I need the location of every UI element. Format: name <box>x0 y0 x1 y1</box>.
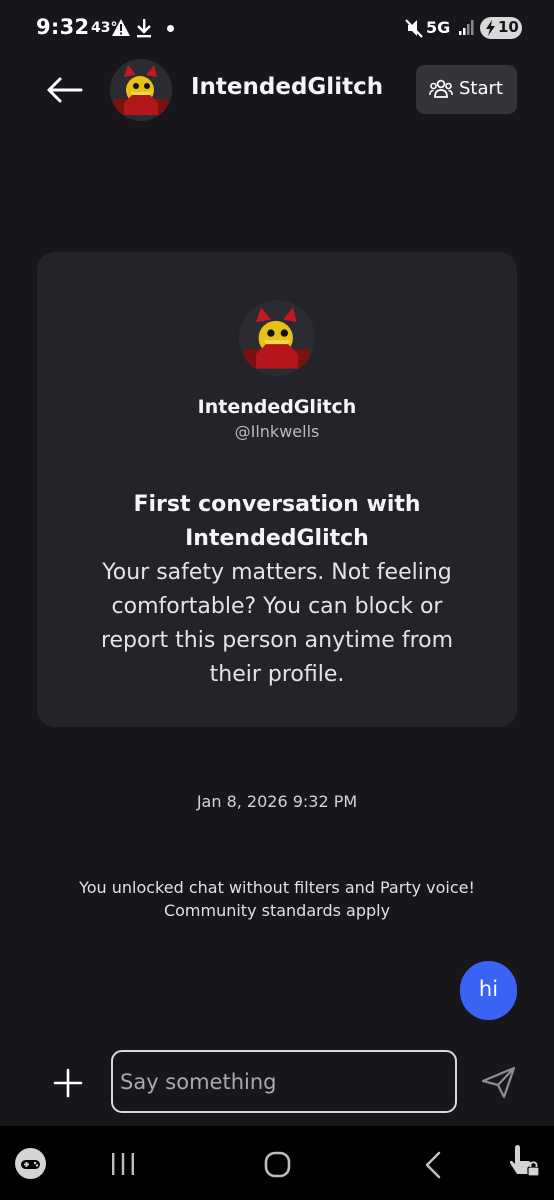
first-conversation-card: IntendedGlitch @Ilnkwells First conversa… <box>37 252 517 727</box>
home-icon[interactable] <box>264 1151 291 1178</box>
start-button-label: Start <box>459 78 503 99</box>
message-text: hi <box>478 977 499 1001</box>
chat-header: IntendedGlitch Start <box>0 58 554 122</box>
system-message: You unlocked chat without filters and Pa… <box>79 878 475 920</box>
battery-indicator: 10 <box>480 17 522 39</box>
message-input[interactable] <box>111 1050 457 1113</box>
safety-notice: Your safety matters. Not feeling comfort… <box>100 560 454 687</box>
recent-apps-icon[interactable] <box>110 1152 136 1176</box>
signal-icon <box>459 20 474 35</box>
fox-character-avatar-icon <box>239 300 315 376</box>
fox-character-avatar-icon <box>110 59 172 121</box>
message-date-stamp: Jan 8, 2026 9:32 PM <box>196 792 358 811</box>
first-conversation-title: First conversation with IntendedGlitch <box>133 492 421 551</box>
download-icon <box>137 19 151 38</box>
touch-lock-icon[interactable] <box>509 1144 541 1180</box>
send-paper-plane-icon[interactable] <box>480 1064 518 1100</box>
game-controller-icon[interactable] <box>15 1148 46 1179</box>
network-type: 5G <box>426 18 451 37</box>
system-back-icon[interactable] <box>423 1151 443 1179</box>
add-attachment-plus-icon[interactable] <box>52 1067 84 1099</box>
status-bar: 9:32 43° 5G 10 <box>0 0 554 58</box>
notification-dot-icon <box>167 25 174 32</box>
back-arrow-icon[interactable] <box>44 72 84 108</box>
card-contact-name: IntendedGlitch <box>197 396 357 418</box>
people-icon <box>429 79 453 98</box>
contact-name[interactable]: IntendedGlitch <box>191 74 383 100</box>
battery-level: 10 <box>498 18 519 36</box>
card-contact-handle: @Ilnkwells <box>234 422 320 441</box>
status-time: 9:32 <box>36 15 90 39</box>
message-composer <box>0 1040 554 1126</box>
system-navigation-bar <box>0 1126 554 1200</box>
gamepad-glyph-icon <box>21 1160 40 1169</box>
charging-bolt-icon <box>486 20 495 36</box>
sent-message-bubble[interactable]: hi <box>460 961 517 1020</box>
chat-screen: 9:32 43° 5G 10 IntendedGlitch Start Inte… <box>0 0 554 1200</box>
mute-icon <box>405 19 423 38</box>
start-party-button[interactable]: Start <box>416 65 517 114</box>
warning-icon <box>112 19 130 36</box>
contact-avatar-large[interactable] <box>239 300 315 376</box>
contact-avatar[interactable] <box>110 59 172 121</box>
